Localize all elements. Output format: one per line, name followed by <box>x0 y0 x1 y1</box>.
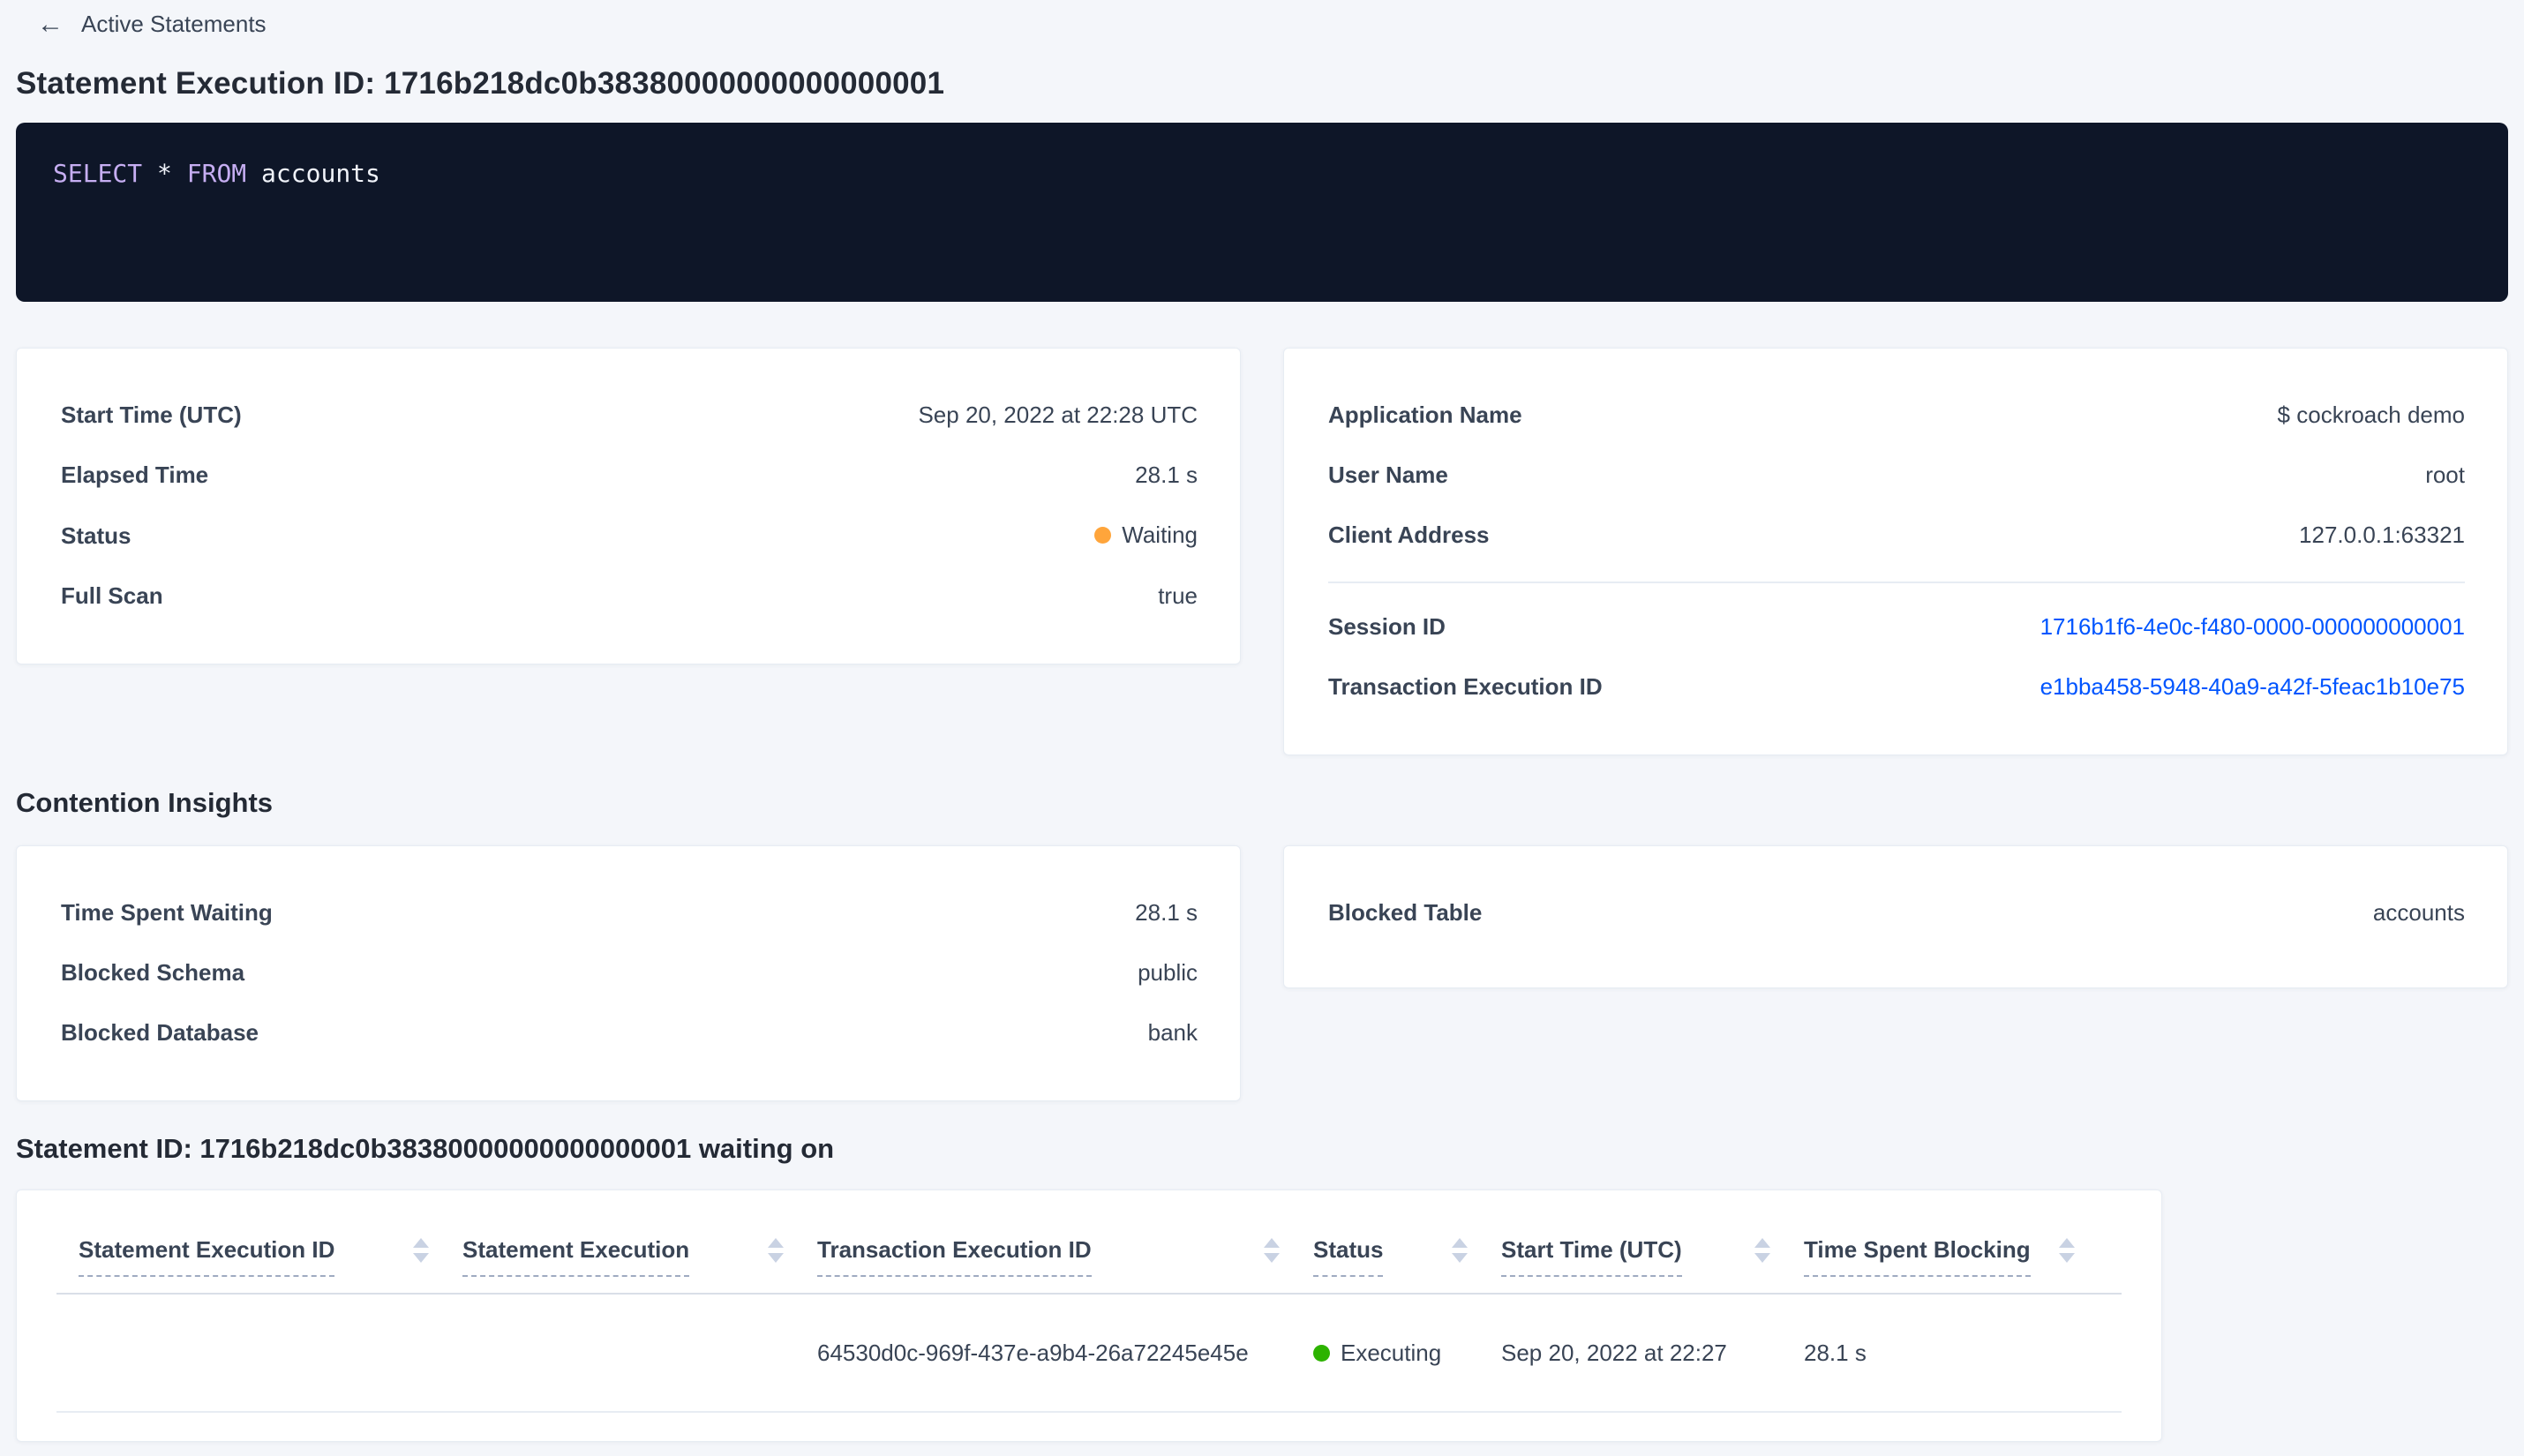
session-details-card: Application Name $ cockroach demo User N… <box>1283 348 2508 755</box>
blocked-database-label: Blocked Database <box>61 1019 259 1046</box>
column-header-start-time[interactable]: Start Time (UTC) <box>1501 1236 1804 1277</box>
blocked-table-card: Blocked Table accounts <box>1283 845 2508 988</box>
blocked-database-value: bank <box>1147 1019 1198 1046</box>
column-header-label: Start Time (UTC) <box>1501 1236 1682 1277</box>
sort-icon <box>1264 1238 1280 1263</box>
sort-icon <box>1754 1238 1770 1263</box>
session-id-label: Session ID <box>1328 613 1446 640</box>
back-link-label: Active Statements <box>81 11 267 37</box>
column-header-label: Statement Execution <box>462 1236 690 1277</box>
column-header-status[interactable]: Status <box>1313 1236 1501 1277</box>
cell-transaction-execution-id: 64530d0c-969f-437e-a9b4-26a72245e45e <box>817 1339 1249 1366</box>
status-text: Waiting <box>1122 522 1198 548</box>
blocked-schema-value: public <box>1138 959 1198 986</box>
full-scan-row: Full Scan true <box>61 582 1198 609</box>
session-id-row: Session ID 1716b1f6-4e0c-f480-0000-00000… <box>1328 613 2465 640</box>
details-cards-row: Start Time (UTC) Sep 20, 2022 at 22:28 U… <box>16 348 2508 755</box>
executing-status-dot-icon <box>1313 1344 1330 1362</box>
sort-icon <box>1452 1238 1468 1263</box>
client-address-value: 127.0.0.1:63321 <box>2299 522 2465 548</box>
back-arrow-icon: ← <box>37 9 64 39</box>
time-spent-waiting-row: Time Spent Waiting 28.1 s <box>61 899 1198 926</box>
sort-icon <box>2059 1238 2075 1263</box>
full-scan-label: Full Scan <box>61 582 163 609</box>
contention-details-card: Time Spent Waiting 28.1 s Blocked Schema… <box>16 845 1241 1101</box>
blocked-schema-label: Blocked Schema <box>61 959 245 986</box>
user-name-row: User Name root <box>1328 462 2465 488</box>
sql-keyword-from: FROM <box>186 159 247 188</box>
page-title: Statement Execution ID: 1716b218dc0b3838… <box>16 66 945 101</box>
blocked-table-row: Blocked Table accounts <box>1328 899 2465 926</box>
sort-icon <box>768 1238 784 1263</box>
contention-cards-row: Time Spent Waiting 28.1 s Blocked Schema… <box>16 845 2508 1101</box>
client-address-label: Client Address <box>1328 522 1490 548</box>
waiting-status-dot-icon <box>1094 526 1112 544</box>
application-name-label: Application Name <box>1328 402 1522 428</box>
column-header-label: Time Spent Blocking <box>1804 1236 2031 1277</box>
contention-insights-heading: Contention Insights <box>16 787 274 818</box>
blocked-table-label: Blocked Table <box>1328 899 1483 926</box>
transaction-execution-id-row: Transaction Execution ID e1bba458-5948-4… <box>1328 673 2465 700</box>
elapsed-time-value: 28.1 s <box>1135 462 1198 488</box>
sql-table-name: accounts <box>261 159 380 188</box>
column-header-time-spent-blocking[interactable]: Time Spent Blocking <box>1804 1236 2108 1277</box>
status-row: Status Waiting <box>61 522 1198 549</box>
sql-statement-box: SELECT * FROM accounts <box>16 123 2508 302</box>
column-header-statement-execution-id[interactable]: Statement Execution ID <box>79 1236 462 1277</box>
application-name-value: $ cockroach demo <box>2277 402 2465 428</box>
blocked-table-value: accounts <box>2372 899 2465 926</box>
user-name-label: User Name <box>1328 462 1448 488</box>
execution-details-card: Start Time (UTC) Sep 20, 2022 at 22:28 U… <box>16 348 1241 664</box>
time-spent-waiting-value: 28.1 s <box>1135 899 1198 926</box>
status-text: Executing <box>1341 1339 1442 1366</box>
waiting-on-table: Statement Execution ID Statement Executi… <box>16 1190 2162 1442</box>
table-row: 64530d0c-969f-437e-a9b4-26a72245e45e Exe… <box>56 1295 2122 1413</box>
waiting-on-heading: Statement ID: 1716b218dc0b38380000000000… <box>16 1133 835 1164</box>
status-label: Status <box>61 522 131 549</box>
start-time-value: Sep 20, 2022 at 22:28 UTC <box>918 402 1198 428</box>
start-time-row: Start Time (UTC) Sep 20, 2022 at 22:28 U… <box>61 402 1198 428</box>
user-name-value: root <box>2425 462 2465 488</box>
column-header-label: Transaction Execution ID <box>817 1236 1092 1277</box>
application-name-row: Application Name $ cockroach demo <box>1328 402 2465 428</box>
elapsed-time-row: Elapsed Time 28.1 s <box>61 462 1198 488</box>
blocked-schema-row: Blocked Schema public <box>61 959 1198 986</box>
client-address-row: Client Address 127.0.0.1:63321 <box>1328 522 2465 548</box>
sql-star: * <box>157 159 172 188</box>
back-to-active-statements-button[interactable]: ← Active Statements <box>37 11 267 38</box>
sort-icon <box>413 1238 429 1263</box>
transaction-execution-id-label: Transaction Execution ID <box>1328 673 1603 700</box>
sql-keyword-select: SELECT <box>53 159 143 188</box>
column-header-label: Status <box>1313 1236 1384 1277</box>
elapsed-time-label: Elapsed Time <box>61 462 209 488</box>
statement-execution-page: ← Active Statements Statement Execution … <box>0 0 2524 1442</box>
column-header-label: Statement Execution ID <box>79 1236 335 1277</box>
cell-start-time: Sep 20, 2022 at 22:27 <box>1501 1339 1727 1366</box>
column-header-statement-execution[interactable]: Statement Execution <box>462 1236 817 1277</box>
table-header-row: Statement Execution ID Statement Executi… <box>56 1190 2122 1295</box>
start-time-label: Start Time (UTC) <box>61 402 242 428</box>
blocked-database-row: Blocked Database bank <box>61 1019 1198 1046</box>
card-divider <box>1328 582 2465 583</box>
full-scan-value: true <box>1158 582 1198 609</box>
status-value: Waiting <box>1094 522 1198 548</box>
column-header-transaction-execution-id[interactable]: Transaction Execution ID <box>817 1236 1313 1277</box>
time-spent-waiting-label: Time Spent Waiting <box>61 899 273 926</box>
session-id-link[interactable]: 1716b1f6-4e0c-f480-0000-000000000001 <box>2040 613 2465 640</box>
transaction-execution-id-link[interactable]: e1bba458-5948-40a9-a42f-5feac1b10e75 <box>2040 673 2465 700</box>
cell-status: Executing <box>1313 1340 1501 1367</box>
cell-time-spent-blocking: 28.1 s <box>1804 1339 1867 1366</box>
